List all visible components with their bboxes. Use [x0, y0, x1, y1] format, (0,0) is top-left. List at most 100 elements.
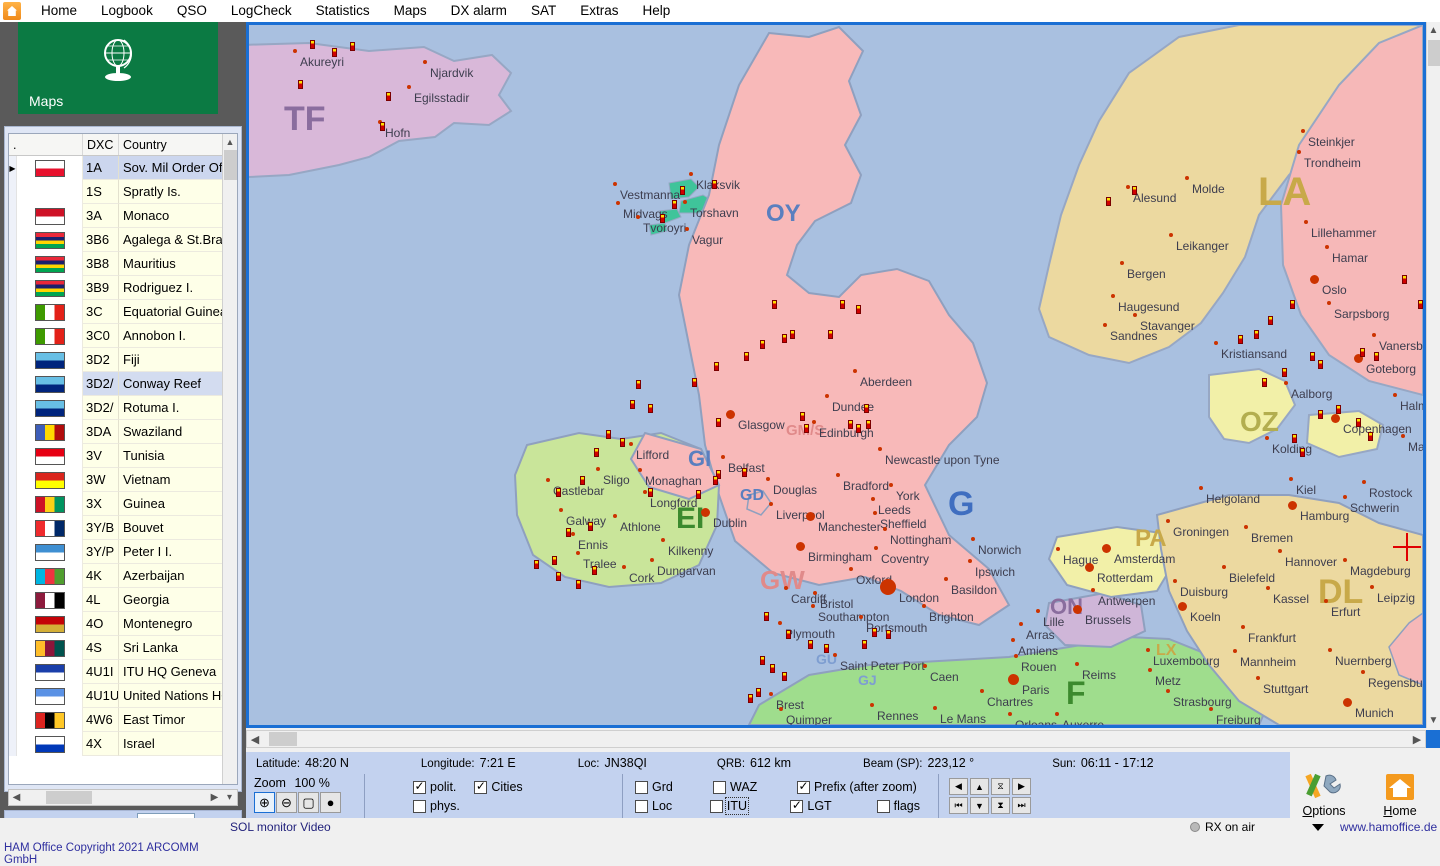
row-select-marker[interactable]: [9, 444, 17, 468]
table-row[interactable]: 3B8 Mauritius: [9, 252, 237, 276]
checkbox-cities-box[interactable]: [474, 780, 488, 794]
column-header-flag[interactable]: [17, 134, 83, 155]
center-vertical-button[interactable]: ⧖: [991, 778, 1010, 795]
checkbox-itu[interactable]: ITU: [709, 797, 773, 815]
hscroll-thumb[interactable]: [46, 791, 92, 804]
menu-item-statistics[interactable]: Statistics: [304, 0, 382, 22]
table-row[interactable]: 3V Tunisia: [9, 444, 237, 468]
table-row[interactable]: 3Y/P Peter I I.: [9, 540, 237, 564]
row-select-marker[interactable]: [9, 636, 17, 660]
row-select-marker[interactable]: [9, 372, 17, 396]
scroll-thumb[interactable]: [224, 150, 237, 180]
table-row[interactable]: 4K Azerbaijan: [9, 564, 237, 588]
center-horizontal-button[interactable]: ⧗: [991, 797, 1010, 814]
checkbox-flags-box[interactable]: [876, 799, 890, 813]
row-select-marker[interactable]: [9, 204, 17, 228]
checkbox-prefix-box[interactable]: [797, 780, 810, 794]
row-select-marker[interactable]: ▶: [9, 156, 17, 180]
map-scroll-right-icon[interactable]: ▶: [1409, 733, 1425, 746]
row-select-marker[interactable]: [9, 684, 17, 708]
row-select-marker[interactable]: [9, 228, 17, 252]
menu-item-maps[interactable]: Maps: [382, 0, 439, 22]
menu-item-extras[interactable]: Extras: [568, 0, 630, 22]
table-row[interactable]: ▶ 1A Sov. Mil Order Of M: [9, 156, 237, 180]
map-horizontal-scrollbar[interactable]: ◀ ▶: [246, 730, 1426, 748]
checkbox-phys[interactable]: phys.: [413, 799, 460, 813]
table-row[interactable]: 3C Equatorial Guinea: [9, 300, 237, 324]
menu-item-help[interactable]: Help: [630, 0, 682, 22]
checkbox-flags[interactable]: flags: [876, 799, 920, 813]
app-home-icon[interactable]: [3, 2, 21, 20]
checkbox-lgt[interactable]: LGT: [790, 799, 858, 813]
dxcc-list-scrollbar[interactable]: ▲: [222, 134, 237, 784]
row-select-marker[interactable]: [9, 492, 17, 516]
table-row[interactable]: 4O Montenegro: [9, 612, 237, 636]
pan-right-button[interactable]: ▶: [1012, 778, 1031, 795]
home-button[interactable]: Home: [1362, 766, 1438, 818]
sol-monitor-status[interactable]: SOL monitor Video: [230, 820, 331, 834]
hscroll-dropdown-icon[interactable]: ▾: [222, 792, 237, 803]
row-select-marker[interactable]: [9, 324, 17, 348]
pan-home-right-button[interactable]: ⏭: [1012, 797, 1031, 814]
row-select-marker[interactable]: [9, 420, 17, 444]
table-row[interactable]: 3B9 Rodriguez I.: [9, 276, 237, 300]
checkbox-phys-box[interactable]: [413, 799, 426, 813]
checkbox-prefix[interactable]: Prefix (after zoom): [797, 780, 917, 794]
table-row[interactable]: 3DA Swaziland: [9, 420, 237, 444]
menu-item-qso[interactable]: QSO: [165, 0, 219, 22]
table-row[interactable]: 4U1U United Nations HQ: [9, 684, 237, 708]
map-vscroll-thumb[interactable]: [1428, 40, 1440, 66]
table-row[interactable]: 4U1I ITU HQ Geneva: [9, 660, 237, 684]
dxcc-list-hscrollbar[interactable]: ◀ ▶ ▾: [8, 789, 238, 806]
checkbox-loc-box[interactable]: [635, 799, 648, 813]
globe-view-icon[interactable]: ●: [320, 792, 341, 813]
menu-item-home[interactable]: Home: [29, 0, 89, 22]
menu-item-logbook[interactable]: Logbook: [89, 0, 165, 22]
table-row[interactable]: 1S Spratly Is.: [9, 180, 237, 204]
table-row[interactable]: 3D2/Rotuma I.: [9, 396, 237, 420]
maps-tile[interactable]: Maps: [18, 22, 218, 114]
column-header-country[interactable]: Country: [119, 134, 237, 155]
checkbox-polit[interactable]: polit.: [413, 780, 456, 794]
scroll-up-icon[interactable]: ▲: [223, 134, 237, 149]
pan-down-button[interactable]: ▼: [970, 797, 989, 814]
table-row[interactable]: 4S Sri Lanka: [9, 636, 237, 660]
table-row[interactable]: 3W Vietnam: [9, 468, 237, 492]
table-row[interactable]: 4W6 East Timor: [9, 708, 237, 732]
pan-left-button[interactable]: ◀: [949, 778, 968, 795]
status-dropdown-icon[interactable]: [1312, 824, 1324, 831]
map-scroll-left-icon[interactable]: ◀: [247, 733, 263, 746]
table-row[interactable]: 4L Georgia: [9, 588, 237, 612]
checkbox-waz-box[interactable]: [713, 780, 726, 794]
column-header-select[interactable]: .: [9, 134, 17, 155]
map-hscroll-thumb[interactable]: [269, 732, 297, 746]
map-hscroll-track[interactable]: [263, 731, 1409, 747]
checkbox-grd[interactable]: Grd: [635, 780, 695, 794]
row-select-marker[interactable]: [9, 612, 17, 636]
row-select-marker[interactable]: [9, 564, 17, 588]
row-select-marker[interactable]: [9, 396, 17, 420]
row-select-marker[interactable]: [9, 732, 17, 756]
pan-home-left-button[interactable]: ⏮: [949, 797, 968, 814]
row-select-marker[interactable]: [9, 300, 17, 324]
row-select-marker[interactable]: [9, 348, 17, 372]
table-row[interactable]: 4X Israel: [9, 732, 237, 756]
row-select-marker[interactable]: [9, 252, 17, 276]
row-select-marker[interactable]: [9, 540, 17, 564]
hscroll-right-icon[interactable]: ▶: [207, 792, 222, 803]
checkbox-waz[interactable]: WAZ: [713, 780, 779, 794]
zoom-out-icon[interactable]: ⊖: [276, 792, 297, 813]
row-select-marker[interactable]: [9, 516, 17, 540]
zoom-in-icon[interactable]: ⊕: [254, 792, 275, 813]
table-row[interactable]: 3C0 Annobon I.: [9, 324, 237, 348]
row-select-marker[interactable]: [9, 660, 17, 684]
row-select-marker[interactable]: [9, 588, 17, 612]
table-row[interactable]: 3D2 Fiji: [9, 348, 237, 372]
map-vertical-scrollbar[interactable]: ▲ ▼: [1426, 22, 1440, 728]
checkbox-lgt-box[interactable]: [790, 799, 804, 813]
menu-item-sat[interactable]: SAT: [519, 0, 568, 22]
dxcc-table[interactable]: . DXC Country ▶ 1A Sov. Mil Order Of M 1S Sp…: [8, 133, 238, 785]
checkbox-cities[interactable]: Cities: [474, 780, 523, 794]
menu-item-dx-alarm[interactable]: DX alarm: [439, 0, 519, 22]
table-row[interactable]: 3X Guinea: [9, 492, 237, 516]
